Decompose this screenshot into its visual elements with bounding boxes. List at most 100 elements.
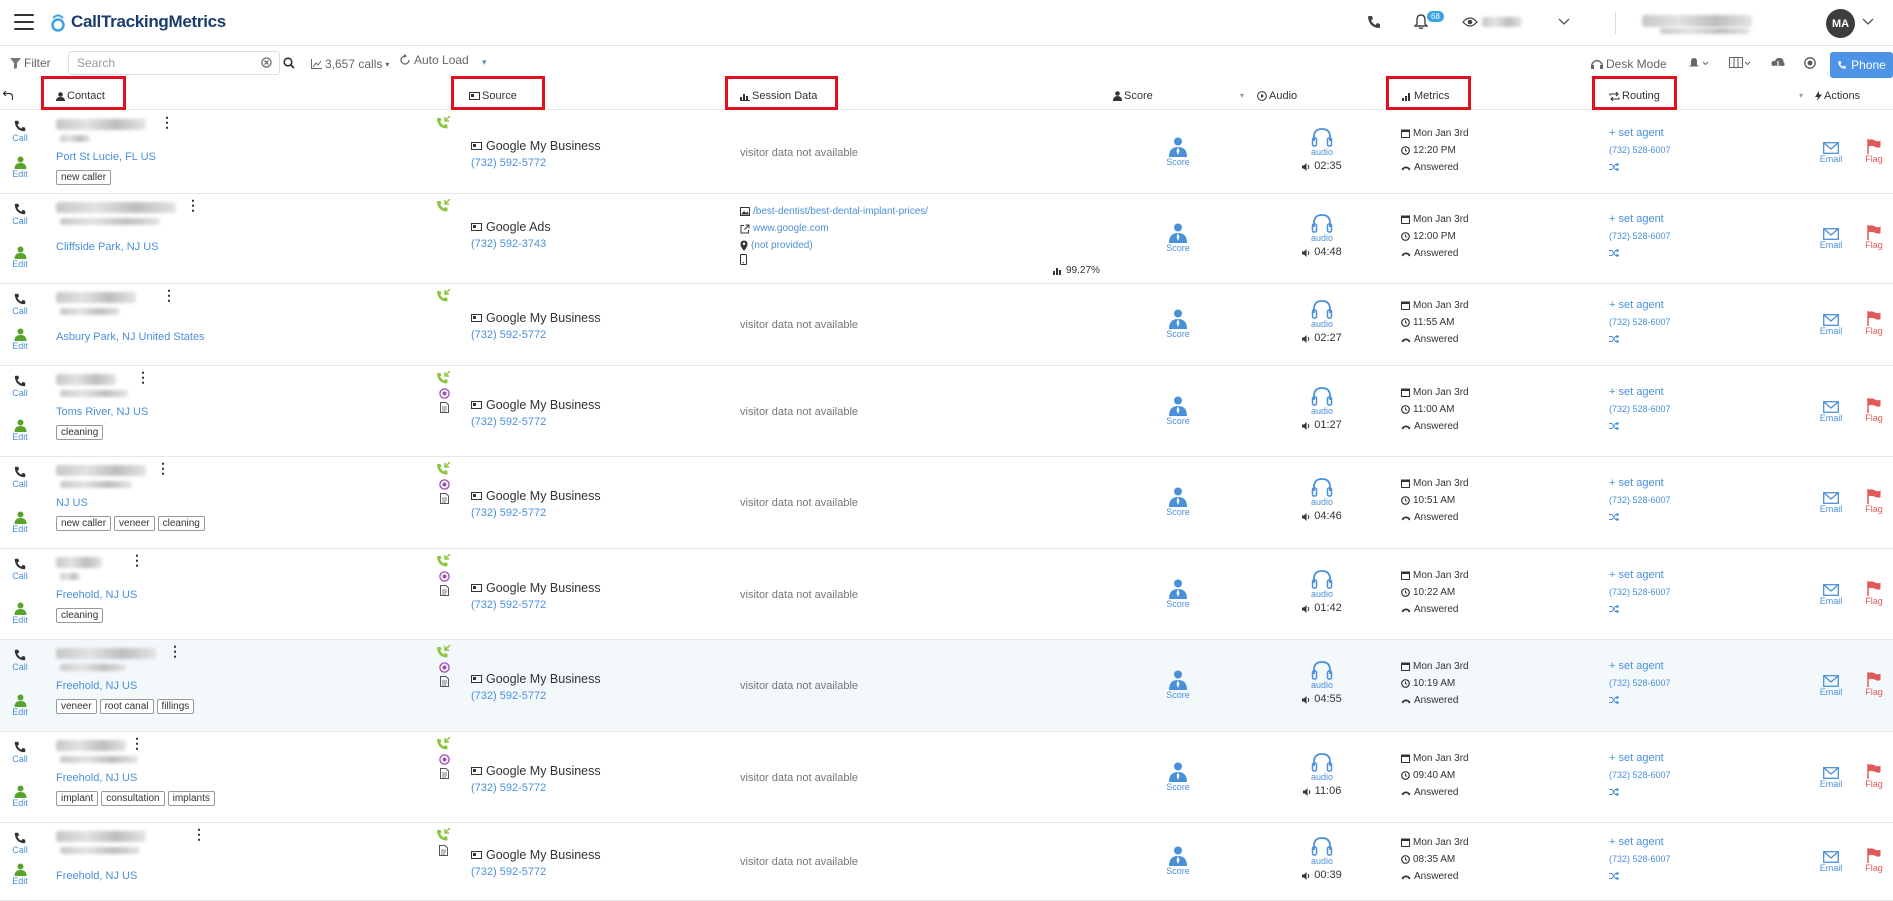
score-button[interactable]: Score bbox=[1164, 579, 1192, 609]
flag-button[interactable]: Flag bbox=[1864, 139, 1884, 164]
flag-button[interactable]: Flag bbox=[1864, 764, 1884, 789]
table-row[interactable]: Call Edit ⋮ Freehold, NJ US cleaning Google M… bbox=[0, 549, 1893, 640]
tag[interactable]: veneer bbox=[114, 516, 155, 531]
email-button[interactable]: Email bbox=[1818, 851, 1844, 873]
call-button[interactable]: Call bbox=[8, 465, 32, 489]
tag[interactable]: veneer bbox=[56, 699, 97, 714]
call-button[interactable]: Call bbox=[8, 831, 32, 855]
avatar[interactable]: MA bbox=[1826, 9, 1855, 38]
set-agent-link[interactable]: + set agent bbox=[1609, 567, 1671, 584]
tag[interactable]: new caller bbox=[56, 516, 112, 531]
email-button[interactable]: Email bbox=[1818, 492, 1844, 514]
set-agent-link[interactable]: + set agent bbox=[1609, 211, 1671, 228]
email-button[interactable]: Email bbox=[1818, 142, 1844, 164]
table-row[interactable]: Call Edit ⋮ Asbury Park, NJ United States Go… bbox=[0, 284, 1893, 366]
table-row[interactable]: Call Edit ⋮ Port St Lucie, FL US new caller G… bbox=[0, 111, 1893, 194]
email-button[interactable]: Email bbox=[1818, 767, 1844, 789]
score-sort-caret-icon[interactable]: ▾ bbox=[1240, 91, 1244, 100]
set-agent-link[interactable]: + set agent bbox=[1609, 834, 1671, 851]
routing-number[interactable]: (732) 528-6007 bbox=[1609, 675, 1671, 692]
shuffle-icon[interactable] bbox=[1609, 335, 1619, 343]
caller-location[interactable]: Freehold, NJ US bbox=[56, 870, 137, 882]
set-agent-link[interactable]: + set agent bbox=[1609, 750, 1671, 767]
contact-more-icon[interactable]: ⋮ bbox=[156, 461, 170, 475]
caller-location[interactable]: Freehold, NJ US bbox=[56, 589, 137, 601]
call-button[interactable]: Call bbox=[8, 374, 32, 398]
tracking-number[interactable]: (732) 592-5772 bbox=[471, 416, 546, 428]
chevron-down-icon[interactable] bbox=[1862, 18, 1874, 26]
caller-location[interactable]: Port St Lucie, FL US bbox=[56, 151, 156, 163]
contact-more-icon[interactable]: ⋮ bbox=[136, 370, 150, 384]
tracking-number[interactable]: (732) 592-3743 bbox=[471, 238, 546, 250]
email-button[interactable]: Email bbox=[1818, 228, 1844, 250]
shuffle-icon[interactable] bbox=[1609, 422, 1619, 430]
audio-player-button[interactable]: audio 00:39 bbox=[1302, 836, 1342, 884]
email-button[interactable]: Email bbox=[1818, 584, 1844, 606]
audio-player-button[interactable]: audio 02:35 bbox=[1302, 127, 1342, 175]
flag-button[interactable]: Flag bbox=[1864, 581, 1884, 606]
contact-more-icon[interactable]: ⋮ bbox=[168, 644, 182, 658]
call-button[interactable]: Call bbox=[8, 648, 32, 672]
audio-player-button[interactable]: audio 04:55 bbox=[1302, 660, 1342, 708]
set-agent-link[interactable]: + set agent bbox=[1609, 475, 1671, 492]
audio-player-button[interactable]: audio 01:27 bbox=[1302, 386, 1342, 434]
shuffle-icon[interactable] bbox=[1609, 696, 1619, 704]
edit-contact-button[interactable]: Edit bbox=[8, 328, 32, 351]
contact-more-icon[interactable]: ⋮ bbox=[130, 553, 144, 567]
edit-contact-button[interactable]: Edit bbox=[8, 246, 32, 269]
score-button[interactable]: Score bbox=[1164, 137, 1192, 167]
tag[interactable]: cleaning bbox=[56, 425, 104, 440]
flag-button[interactable]: Flag bbox=[1864, 311, 1884, 336]
contact-more-icon[interactable]: ⋮ bbox=[130, 736, 144, 750]
table-row[interactable]: Call Edit ⋮ Freehold, NJ US implant consultat… bbox=[0, 732, 1893, 823]
tag[interactable]: consultation bbox=[101, 791, 165, 806]
contact-more-icon[interactable]: ⋮ bbox=[192, 827, 206, 841]
search-icon[interactable] bbox=[283, 57, 295, 69]
cloud-download-icon[interactable] bbox=[1771, 57, 1785, 69]
columns-icon[interactable] bbox=[1729, 57, 1751, 69]
score-button[interactable]: Score bbox=[1164, 396, 1192, 426]
shuffle-icon[interactable] bbox=[1609, 872, 1619, 880]
search-input[interactable] bbox=[68, 51, 280, 75]
edit-contact-button[interactable]: Edit bbox=[8, 156, 32, 179]
auto-load-caret-icon[interactable]: ▾ bbox=[482, 57, 487, 68]
shuffle-icon[interactable] bbox=[1609, 513, 1619, 521]
flag-button[interactable]: Flag bbox=[1864, 848, 1884, 873]
eye-icon[interactable] bbox=[1462, 16, 1478, 28]
audio-player-button[interactable]: audio 11:06 bbox=[1302, 752, 1342, 800]
tag[interactable]: implants bbox=[167, 791, 215, 806]
score-button[interactable]: Score bbox=[1164, 223, 1192, 253]
phone-incoming-icon[interactable] bbox=[1366, 14, 1382, 30]
filter-button[interactable]: Filter bbox=[10, 56, 51, 70]
routing-number[interactable]: (732) 528-6007 bbox=[1609, 228, 1671, 245]
score-button[interactable]: Score bbox=[1164, 846, 1192, 876]
tracking-number[interactable]: (732) 592-5772 bbox=[471, 782, 546, 794]
flag-button[interactable]: Flag bbox=[1864, 672, 1884, 697]
tag[interactable]: implant bbox=[56, 791, 99, 806]
score-button[interactable]: Score bbox=[1164, 309, 1192, 339]
flag-button[interactable]: Flag bbox=[1864, 489, 1884, 514]
tracking-number[interactable]: (732) 592-5772 bbox=[471, 507, 546, 519]
edit-contact-button[interactable]: Edit bbox=[8, 694, 32, 717]
set-agent-link[interactable]: + set agent bbox=[1609, 384, 1671, 401]
chevron-down-icon[interactable] bbox=[1558, 18, 1570, 26]
call-button[interactable]: Call bbox=[8, 557, 32, 581]
set-agent-link[interactable]: + set agent bbox=[1609, 125, 1671, 142]
edit-contact-button[interactable]: Edit bbox=[8, 785, 32, 808]
table-row[interactable]: Call Edit ⋮ Freehold, NJ US veneer root canal… bbox=[0, 640, 1893, 732]
caller-location[interactable]: Freehold, NJ US bbox=[56, 680, 137, 692]
routing-number[interactable]: (732) 528-6007 bbox=[1609, 767, 1671, 784]
caller-location[interactable]: Asbury Park, NJ United States bbox=[56, 331, 205, 343]
tracking-number[interactable]: (732) 592-5772 bbox=[471, 690, 546, 702]
audio-player-button[interactable]: audio 04:46 bbox=[1302, 477, 1342, 525]
tag[interactable]: new caller bbox=[56, 170, 112, 185]
notification-bell-icon[interactable] bbox=[1414, 14, 1428, 30]
shuffle-icon[interactable] bbox=[1609, 163, 1619, 171]
contact-more-icon[interactable]: ⋮ bbox=[186, 198, 200, 212]
email-button[interactable]: Email bbox=[1818, 314, 1844, 336]
desk-mode-button[interactable]: Desk Mode bbox=[1591, 57, 1667, 71]
auto-load-toggle[interactable]: Auto Load bbox=[399, 53, 469, 67]
record-icon[interactable] bbox=[1804, 57, 1816, 69]
tag[interactable]: fillings bbox=[156, 699, 195, 714]
audio-player-button[interactable]: audio 04:48 bbox=[1302, 213, 1342, 261]
